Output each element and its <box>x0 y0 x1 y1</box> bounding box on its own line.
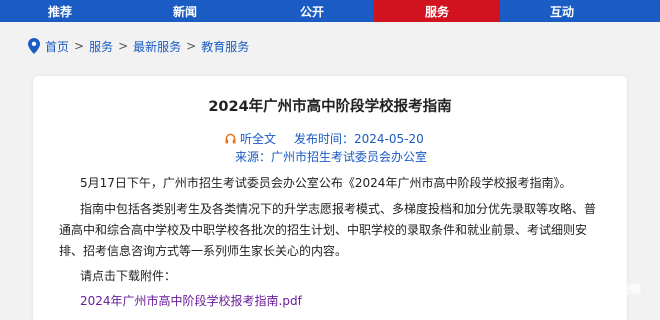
page: 推荐 新闻 公开 服务 互动 首页 > 服务 > 最新服务 > 教育服务 202… <box>0 0 660 320</box>
paragraph-line: 排、招考信息咨询方式等一系列师生家长关心的内容。 <box>59 244 348 258</box>
attachment-link[interactable]: 2024年广州市高中阶段学校报考指南.pdf <box>80 292 302 309</box>
nav-item-recommend[interactable]: 推荐 <box>0 0 120 22</box>
paragraph-line: 通高中和综合高中学校及中职学校各批次的招生计划、中职学校的录取条件和就业前景、考… <box>59 223 588 237</box>
breadcrumb-separator: > <box>186 39 197 53</box>
watermark-text: 视频 <box>619 283 641 296</box>
breadcrumb-separator: > <box>74 39 85 53</box>
breadcrumb: 首页 > 服务 > 最新服务 > 教育服务 <box>28 37 249 55</box>
breadcrumb-separator: > <box>118 39 129 53</box>
breadcrumb-service[interactable]: 服务 <box>89 38 113 55</box>
listen-label: 听全文 <box>240 132 277 146</box>
nav-item-interact[interactable]: 互动 <box>500 0 624 22</box>
publish-time: 发布时间：2024-05-20 <box>294 132 424 146</box>
headphone-icon <box>225 133 236 144</box>
nav-item-service[interactable]: 服务 <box>374 0 500 22</box>
listen-button[interactable]: 听全文 <box>225 130 276 147</box>
paragraph-intro: 5月17日下午，广州市招生考试委员会办公室公布《2024年广州市高中阶段学校报考… <box>80 176 572 190</box>
breadcrumb-latest-service[interactable]: 最新服务 <box>133 38 181 55</box>
article-source: 来源：广州市招生考试委员会办公室 <box>235 150 428 164</box>
top-nav: 推荐 新闻 公开 服务 互动 <box>0 0 660 22</box>
article-meta: 听全文 发布时间：2024-05-20 <box>225 130 424 147</box>
nav-item-news[interactable]: 新闻 <box>120 0 250 22</box>
breadcrumb-education-service[interactable]: 教育服务 <box>201 38 249 55</box>
breadcrumb-home[interactable]: 首页 <box>45 38 69 55</box>
paragraph-details: 指南中包括各类别考生及各类情况下的升学志愿报考模式、多梯度投档和加分优先录取等攻… <box>59 199 610 262</box>
location-pin-icon <box>28 38 40 54</box>
article-title: 2024年广州市高中阶段学校报考指南 <box>208 99 452 115</box>
paragraph-line: 指南中包括各类别考生及各类情况下的升学志愿报考模式、多梯度投档和加分优先录取等攻… <box>80 202 597 216</box>
nav-item-public[interactable]: 公开 <box>250 0 374 22</box>
paragraph-download-prompt: 请点击下载附件： <box>80 269 177 283</box>
